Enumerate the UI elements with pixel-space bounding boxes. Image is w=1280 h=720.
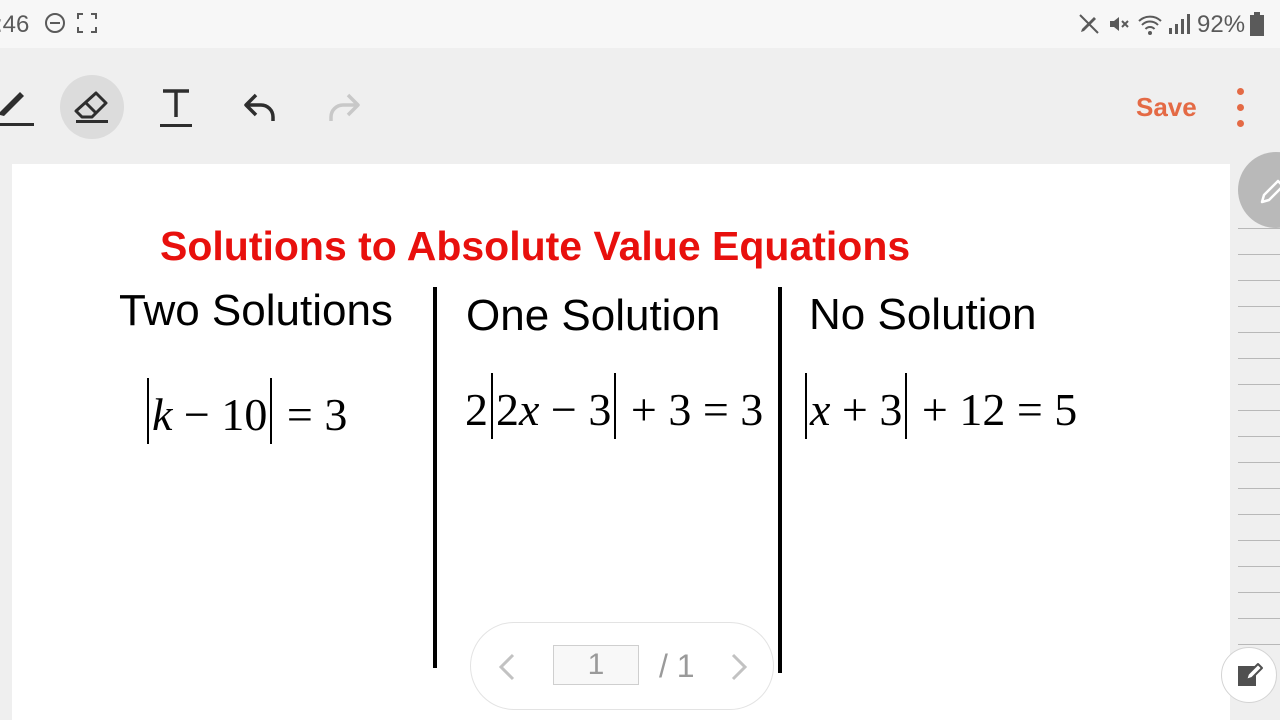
rail-line [1238,462,1280,463]
rail-line [1238,618,1280,619]
rail-line [1238,306,1280,307]
equation-coefficient: 2 [465,384,488,435]
rail-line [1238,540,1280,541]
pencil-icon [1260,179,1280,204]
equation-one-solution: 2 2x − 3 + 3 = 3 [465,373,763,439]
abs-bar-left [491,373,493,439]
battery-percent: 92% [1197,11,1246,38]
edit-document-button[interactable] [1221,647,1277,703]
rail-line [1238,254,1280,255]
pen-icon [0,92,34,126]
equation-tail: + 3 = 3 [619,384,764,435]
toolbar: Save [0,48,1280,164]
text-icon [160,89,192,127]
mute-icon [1110,17,1129,31]
column-heading-two-solutions: Two Solutions [119,286,393,335]
rail-line [1238,592,1280,593]
edit-note-icon [1238,663,1263,686]
equation-variable: k [152,389,173,440]
rail-line [1238,566,1280,567]
page-total: / 1 [659,648,695,684]
rail-line [1238,280,1280,281]
right-rail [1231,164,1280,720]
column-heading-one-solution: One Solution [466,291,721,340]
undo-button[interactable] [228,79,292,135]
equation-no-solution: x + 3 + 12 = 5 [802,373,1077,439]
equation-variable: x [810,384,831,435]
abs-bar-left [805,373,807,439]
document-title: Solutions to Absolute Value Equations [160,223,911,269]
equation-variable: x [519,384,540,435]
do-not-disturb-icon [45,13,65,33]
redo-button[interactable] [312,79,376,135]
screenshot-icon [77,13,97,33]
page-number-input[interactable] [553,645,639,685]
equation-two-solutions: k − 10 = 3 [144,378,347,444]
abs-bar-left [147,378,149,444]
eraser-tool-button[interactable] [60,75,124,139]
abs-bar-right [270,378,273,444]
status-time: :46 [0,11,30,38]
rail-line [1238,514,1280,515]
equation-tail: = 3 [275,389,348,440]
more-options-icon[interactable] [1224,86,1256,130]
column-heading-no-solution: No Solution [809,290,1037,339]
next-page-icon[interactable] [727,651,751,683]
equation-inner: − 3 [539,384,612,435]
signal-icon [1169,14,1190,34]
redo-icon [329,93,360,121]
rail-line [1238,410,1280,411]
save-button[interactable]: Save [1136,92,1197,123]
battery-icon [1250,12,1264,36]
equation-inner: − 10 [172,389,268,440]
rail-line [1238,332,1280,333]
undo-icon [244,93,275,121]
no-pen-icon [1079,14,1099,34]
pen-tool-button[interactable] [0,79,46,135]
eraser-icon [74,91,108,123]
column-divider [778,287,782,673]
equation-inner-coefficient: 2 [496,384,519,435]
rail-line [1238,488,1280,489]
page-navigator: / 1 [470,622,774,710]
wifi-icon [1138,15,1162,35]
equation-tail: + 12 = 5 [910,384,1078,435]
abs-bar-right [614,373,617,439]
equation-inner: + 3 [830,384,903,435]
status-bar: :46 92% [0,0,1280,48]
rail-line [1238,644,1280,645]
rail-line [1238,436,1280,437]
text-tool-button[interactable] [144,79,208,135]
rail-line [1238,358,1280,359]
rail-line [1238,384,1280,385]
previous-page-icon[interactable] [495,651,519,683]
abs-bar-right [905,373,908,439]
column-divider [433,287,437,668]
rail-line [1238,228,1280,229]
